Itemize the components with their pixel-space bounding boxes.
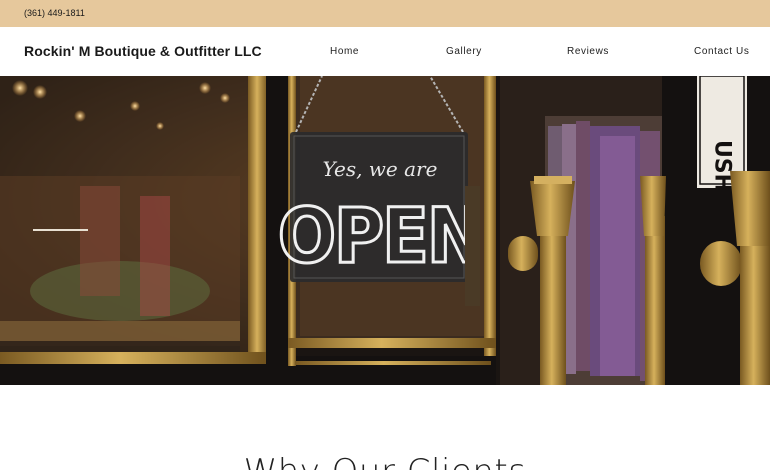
- open-sign: Yes, we are OPEN: [276, 132, 486, 282]
- sign-script-text: Yes, we are: [323, 157, 438, 181]
- nav-gallery[interactable]: Gallery: [446, 46, 482, 57]
- nav-home[interactable]: Home: [330, 46, 359, 57]
- slide-indicator[interactable]: [33, 229, 88, 231]
- nav-contact-us[interactable]: Contact Us: [694, 46, 749, 57]
- top-contact-bar: (361) 449-1811: [0, 0, 770, 27]
- section-heading: Why Our Clients: [0, 452, 770, 470]
- sign-main-text: OPEN: [278, 191, 482, 280]
- site-header: Rockin' M Boutique & Outfitter LLC Home …: [0, 27, 770, 76]
- nav-reviews[interactable]: Reviews: [567, 46, 609, 57]
- hero-image: Yes, we are OPEN USH: [0, 76, 770, 385]
- site-title[interactable]: Rockin' M Boutique & Outfitter LLC: [24, 43, 262, 59]
- push-sign-text: USH: [710, 140, 735, 192]
- storefront-photo: Yes, we are OPEN USH: [0, 76, 770, 385]
- phone-number[interactable]: (361) 449-1811: [24, 8, 85, 18]
